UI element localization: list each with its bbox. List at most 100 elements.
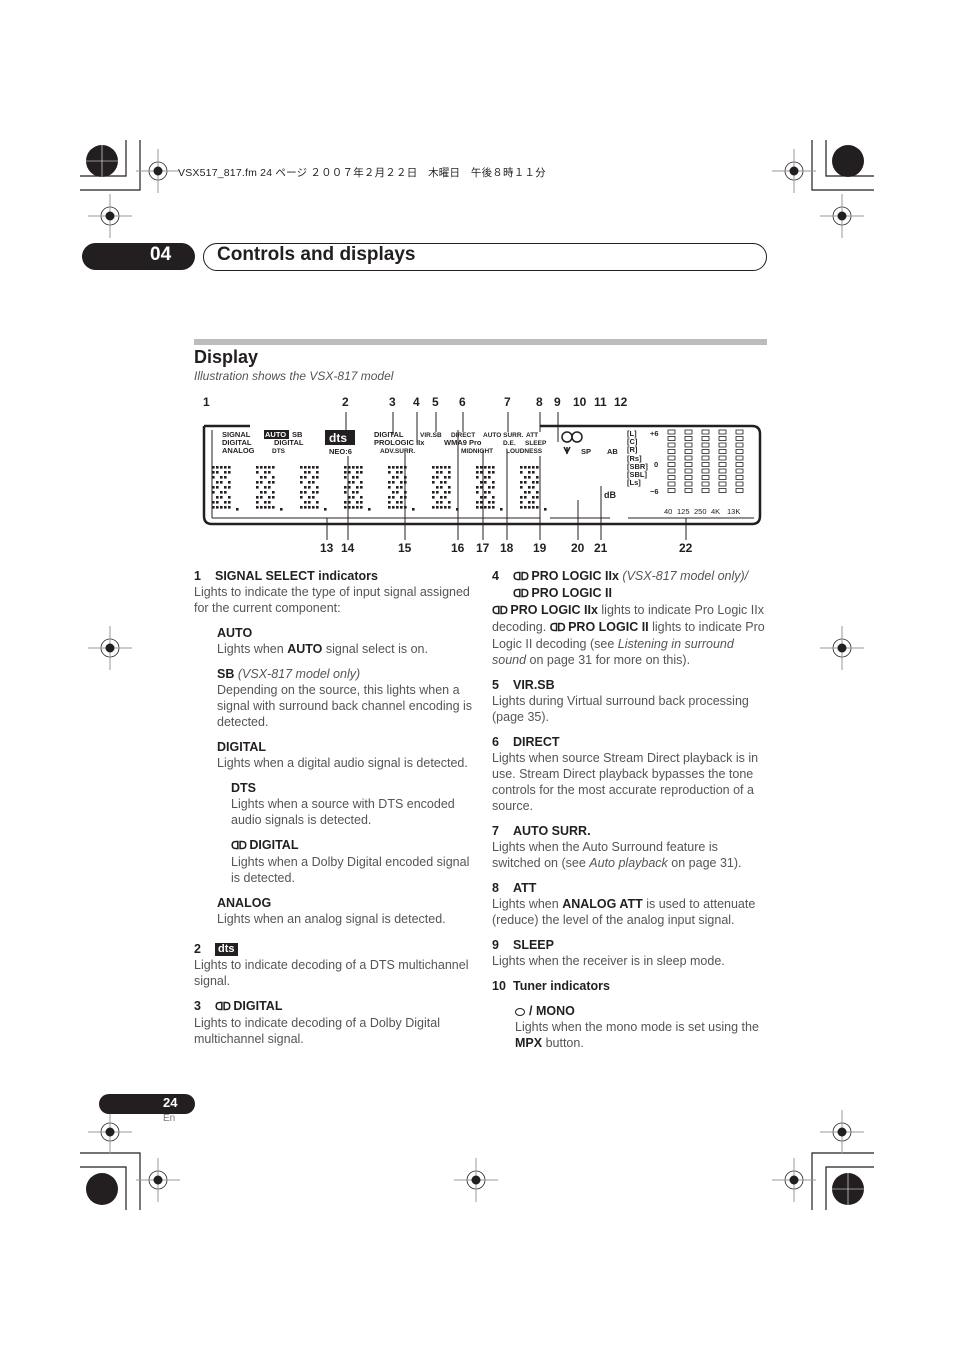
spectrum-bar: [667, 455, 676, 461]
matrix-dot: [484, 476, 487, 479]
decimal-dot: [280, 508, 283, 511]
matrix-dot: [352, 496, 355, 499]
matrix-dot: [300, 481, 303, 484]
matrix-dot: [220, 481, 223, 484]
matrix-dot: [344, 501, 347, 504]
matrix-dot: [360, 486, 363, 489]
matrix-dot: [260, 506, 263, 509]
spectrum-bar: [701, 488, 710, 493]
matrix-dot: [356, 491, 359, 494]
matrix-dot: [392, 476, 395, 479]
matrix-dot: [264, 471, 267, 474]
matrix-dot: [256, 501, 259, 504]
spectrum-bar: [684, 429, 693, 435]
matrix-dot: [444, 496, 447, 499]
dd-digital-title: DIGITAL: [249, 838, 299, 852]
item-title: SIGNAL SELECT indicators: [215, 569, 378, 583]
matrix-dot: [492, 471, 495, 474]
matrix-dot: [268, 471, 271, 474]
section-subtitle: Illustration shows the VSX-817 model: [194, 369, 394, 383]
dts-title: DTS: [231, 781, 256, 795]
matrix-dot: [212, 471, 215, 474]
section-title: Display: [194, 347, 259, 367]
spectrum-bar: [735, 468, 744, 474]
matrix-dot: [480, 481, 483, 484]
matrix-dot: [216, 506, 219, 509]
matrix-dot: [476, 466, 479, 469]
item3-title: DIGITAL: [233, 999, 283, 1013]
spectrum-bar: [667, 468, 676, 474]
spectrum-bar: [718, 449, 727, 454]
matrix-dot: [356, 471, 359, 474]
matrix-dot: [224, 506, 227, 509]
matrix-dot: [528, 466, 531, 469]
matrix-dot: [360, 466, 363, 469]
matrix-dot: [480, 501, 483, 504]
matrix-dot: [352, 506, 355, 509]
auto-desc: Lights when AUTO signal select is on.: [217, 642, 428, 656]
ind-att: ATT: [526, 432, 538, 439]
matrix-dot: [488, 486, 491, 489]
mono-title: / MONO: [529, 1004, 575, 1018]
matrix-dot: [392, 466, 395, 469]
spectrum-bar: [735, 481, 744, 487]
matrix-dot: [448, 501, 451, 504]
matrix-dot: [256, 481, 259, 484]
matrix-dot: [304, 471, 307, 474]
matrix-dot: [524, 476, 527, 479]
callout-label: 13: [320, 541, 334, 555]
matrix-dot: [492, 506, 495, 509]
item10-title: Tuner indicators: [513, 979, 611, 993]
freq-label: 40: [664, 507, 672, 516]
spectrum-bar: [735, 455, 744, 461]
spectrum-bar: [718, 442, 727, 448]
callout-label: 2: [342, 395, 349, 409]
matrix-dot: [492, 481, 495, 484]
decimal-dot: [412, 508, 415, 511]
matrix-dot: [304, 486, 307, 489]
callout-label: 20: [571, 541, 585, 555]
spectrum-bar: [701, 436, 710, 441]
antenna-icon: [563, 446, 571, 455]
decimal-dot: [544, 508, 547, 511]
matrix-dot: [316, 466, 319, 469]
matrix-dot: [216, 501, 219, 504]
item4-title: PRO LOGIC IIx: [531, 569, 619, 583]
matrix-dot: [224, 501, 227, 504]
ind-adv-surr: ADV.SURR.: [380, 448, 415, 455]
matrix-dot: [344, 471, 347, 474]
matrix-dot: [228, 501, 231, 504]
matrix-dot: [532, 471, 535, 474]
matrix-dot: [524, 466, 527, 469]
sb-note: (VSX-817 model only): [237, 667, 361, 681]
registration-center: [471, 1175, 481, 1185]
matrix-dot: [272, 481, 275, 484]
matrix-dot: [520, 471, 523, 474]
matrix-dot: [224, 491, 227, 494]
matrix-dot: [344, 506, 347, 509]
matrix-dot: [304, 501, 307, 504]
level-top: +6: [650, 429, 659, 438]
callout-label: 11: [594, 395, 607, 409]
matrix-dot: [444, 466, 447, 469]
ind-de: D.E.: [503, 440, 516, 447]
matrix-dot: [308, 471, 311, 474]
matrix-dot: [524, 491, 527, 494]
matrix-dot: [400, 506, 403, 509]
matrix-dot: [476, 471, 479, 474]
matrix-dot: [300, 506, 303, 509]
matrix-dot: [448, 506, 451, 509]
matrix-dot: [260, 481, 263, 484]
matrix-dot: [352, 476, 355, 479]
analog-desc: Lights when an analog signal is detected…: [217, 912, 446, 926]
mono-icon: [561, 431, 573, 443]
print-marks: [80, 140, 874, 1210]
matrix-dot: [356, 486, 359, 489]
matrix-dot: [528, 501, 531, 504]
matrix-dot: [264, 476, 267, 479]
item2-desc: Lights to indicate decoding of a DTS mul…: [194, 958, 469, 988]
matrix-dot: [316, 486, 319, 489]
registration-center: [153, 166, 163, 176]
matrix-dot: [520, 506, 523, 509]
matrix-dot: [484, 506, 487, 509]
